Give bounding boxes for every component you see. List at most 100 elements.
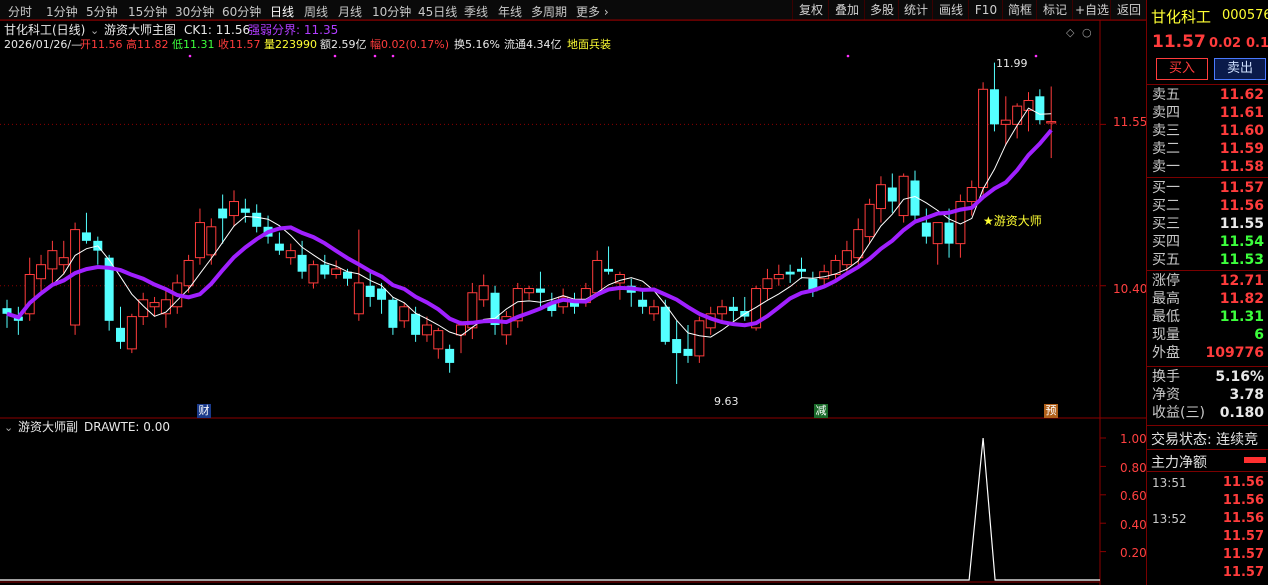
candle-body xyxy=(1035,96,1045,121)
stat-value: 3.78 xyxy=(1229,387,1264,403)
candle-body xyxy=(388,299,398,328)
current-price: 11.57 xyxy=(1152,32,1206,52)
candle-body xyxy=(683,348,693,356)
tick-row: 11.57 xyxy=(1150,564,1266,582)
marker-dot xyxy=(846,54,850,58)
bid-row-4: 买四 11.54 xyxy=(1150,233,1266,251)
kline-chart[interactable] xyxy=(0,0,1146,585)
ask-price: 11.62 xyxy=(1219,87,1264,103)
event-tag-forecast[interactable]: 预 xyxy=(1044,404,1058,418)
stat-label: 净资 xyxy=(1152,387,1180,403)
candle-body xyxy=(944,222,954,244)
ask-label: 卖四 xyxy=(1152,105,1180,121)
sub-drawte-value: DRAWTE: 0.00 xyxy=(84,420,170,434)
candle-body xyxy=(887,187,897,202)
candle-body xyxy=(252,212,262,227)
candle-body xyxy=(81,232,91,241)
buy-button[interactable]: 买入 xyxy=(1156,58,1208,80)
stat-label: 最高 xyxy=(1152,291,1180,307)
sub-y-label-5: 0.20 xyxy=(1120,546,1147,560)
candle-body xyxy=(785,271,795,275)
candle-body xyxy=(864,203,875,238)
ck1-value: CK1: 11.56 xyxy=(184,23,251,37)
stat-high: 最高 11.82 xyxy=(1150,290,1266,308)
sub-indicator-name[interactable]: 游资大师副 xyxy=(18,421,78,434)
candle-body xyxy=(728,306,738,311)
info-amount: 额2.59亿 xyxy=(320,38,367,51)
chevron-down-icon[interactable]: ⌄ xyxy=(90,24,99,37)
stat-label: 外盘 xyxy=(1152,345,1180,361)
price-change: 0.02 xyxy=(1209,36,1242,51)
separator xyxy=(1147,425,1268,426)
candle-body xyxy=(240,208,250,213)
candle-body xyxy=(58,257,69,266)
ask-label: 卖五 xyxy=(1152,87,1180,103)
tick-row: 11.57 xyxy=(1150,528,1266,546)
ask-label: 卖三 xyxy=(1152,123,1180,139)
candle-body xyxy=(194,222,205,259)
sell-button[interactable]: 卖出 xyxy=(1214,58,1266,80)
y-label-low: 10.40 xyxy=(1113,282,1148,296)
info-concept: 地面兵装 xyxy=(567,38,611,51)
separator xyxy=(1147,270,1268,271)
candle-body xyxy=(694,320,705,357)
ask-label: 卖一 xyxy=(1152,159,1180,175)
bid-label: 买四 xyxy=(1152,234,1180,250)
bid-price: 11.53 xyxy=(1219,252,1264,268)
tick-time: 13:52 xyxy=(1152,512,1187,526)
candle-body xyxy=(841,250,852,266)
stat-outer-volume: 外盘 109776 xyxy=(1150,344,1266,362)
marker-dot xyxy=(1034,54,1038,58)
stock-name: 甘化科工 xyxy=(1151,8,1212,26)
indicator-name[interactable]: 游资大师主图 xyxy=(104,24,176,37)
candle-body xyxy=(989,89,999,125)
low-price-marker: 9.63 xyxy=(714,395,739,408)
info-float: 流通4.34亿 xyxy=(504,38,562,51)
stat-limit-up: 涨停 12.71 xyxy=(1150,272,1266,290)
candle-body xyxy=(36,264,47,280)
candle-body xyxy=(365,285,375,297)
candle-body xyxy=(762,278,773,290)
y-label-high: 11.55 xyxy=(1113,115,1148,129)
stat-turnover: 换手 5.16% xyxy=(1150,368,1266,386)
sub-chevron-down-icon[interactable]: ⌄ xyxy=(4,421,13,434)
candle-body xyxy=(978,88,989,189)
stat-value: 5.16% xyxy=(1215,369,1264,385)
net-flow-bar xyxy=(1244,457,1266,463)
candle-body xyxy=(853,229,864,259)
marker-dot xyxy=(373,54,377,58)
candlestick-series xyxy=(2,62,1057,384)
tick-price: 11.57 xyxy=(1222,565,1264,580)
stat-label: 最低 xyxy=(1152,309,1180,325)
candle-body xyxy=(285,250,296,259)
tick-price: 11.57 xyxy=(1222,547,1264,562)
bid-label: 买三 xyxy=(1152,216,1180,232)
stat-eps: 收益(三) 0.180 xyxy=(1150,404,1266,422)
ask-row-5: 卖五 11.62 xyxy=(1150,86,1266,104)
event-tag-finance[interactable]: 财 xyxy=(197,404,211,418)
candle-body xyxy=(433,330,444,350)
sub-signal-line xyxy=(0,437,1100,581)
separator xyxy=(1147,449,1268,450)
info-close: 收11.57 xyxy=(218,38,261,51)
event-tag-reduce[interactable]: 减 xyxy=(814,404,828,418)
bid-price: 11.56 xyxy=(1219,198,1264,214)
minimize-icon[interactable]: ○ xyxy=(1082,26,1092,39)
bid-price: 11.54 xyxy=(1219,234,1264,250)
candle-body xyxy=(875,184,886,210)
stat-label: 收益(三) xyxy=(1152,405,1205,421)
bid-row-2: 买二 11.56 xyxy=(1150,197,1266,215)
stat-current-volume: 现量 6 xyxy=(1150,326,1266,344)
ask-label: 卖二 xyxy=(1152,141,1180,157)
candle-body xyxy=(478,285,489,301)
candle-body xyxy=(773,274,784,280)
ask-price: 11.60 xyxy=(1219,123,1264,139)
stat-label: 涨停 xyxy=(1152,273,1180,289)
high-price-marker: 11.99 xyxy=(996,57,1028,70)
chart-stock-title: 甘化科工(日线) xyxy=(4,23,86,37)
diamond-icon[interactable]: ◇ xyxy=(1066,26,1074,39)
bid-label: 买二 xyxy=(1152,198,1180,214)
candle-body xyxy=(797,268,806,272)
candle-body xyxy=(399,306,410,322)
candle-body xyxy=(660,306,670,342)
